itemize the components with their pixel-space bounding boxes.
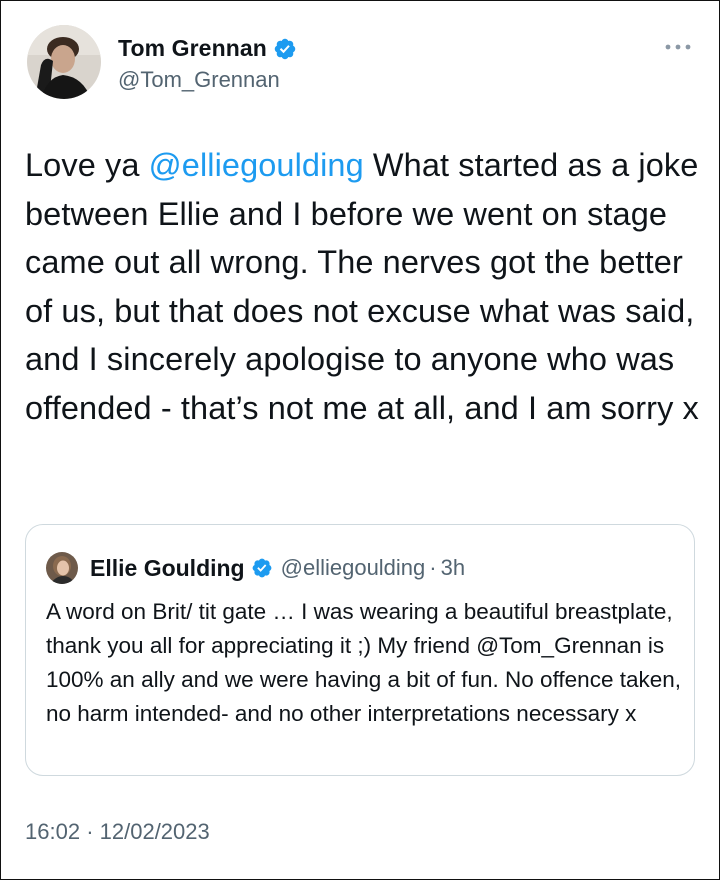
quoted-handle[interactable]: @elliegoulding [281,555,426,581]
quoted-author-avatar[interactable] [46,552,78,584]
quoted-tweet[interactable]: Ellie Goulding @elliegoulding · 3h A wor… [25,524,695,776]
tweet-text-segment: Love ya [25,147,149,183]
verified-badge-icon [274,38,296,59]
quoted-display-name[interactable]: Ellie Goulding [90,555,245,582]
tweet-card: Tom Grennan @Tom_Grennan Love ya @ellieg… [0,0,720,880]
quoted-tweet-text: A word on Brit/ tit gate … I was wearing… [46,599,681,726]
mention-link[interactable]: @elliegoulding [149,147,364,183]
tweet-text: Love ya @elliegoulding What started as a… [25,141,701,432]
quoted-header: Ellie Goulding @elliegoulding · 3h [90,552,465,584]
author-handle[interactable]: @Tom_Grennan [118,67,280,93]
separator-dot: · [86,819,94,844]
quoted-tweet-age[interactable]: 3h [441,555,465,581]
more-options-icon[interactable] [663,39,693,55]
author-avatar[interactable] [27,25,101,99]
tweet-text-segment: What started as a joke between Ellie and… [25,147,699,426]
author-name-row: Tom Grennan [118,35,297,62]
tweet-date[interactable]: 12/02/2023 [100,819,210,844]
separator-dot: · [429,555,437,580]
verified-badge-icon [252,558,272,578]
tweet-time[interactable]: 16:02 [25,819,80,844]
author-display-name[interactable]: Tom Grennan [118,35,267,62]
tweet-timestamp: 16:02 · 12/02/2023 [25,819,210,845]
